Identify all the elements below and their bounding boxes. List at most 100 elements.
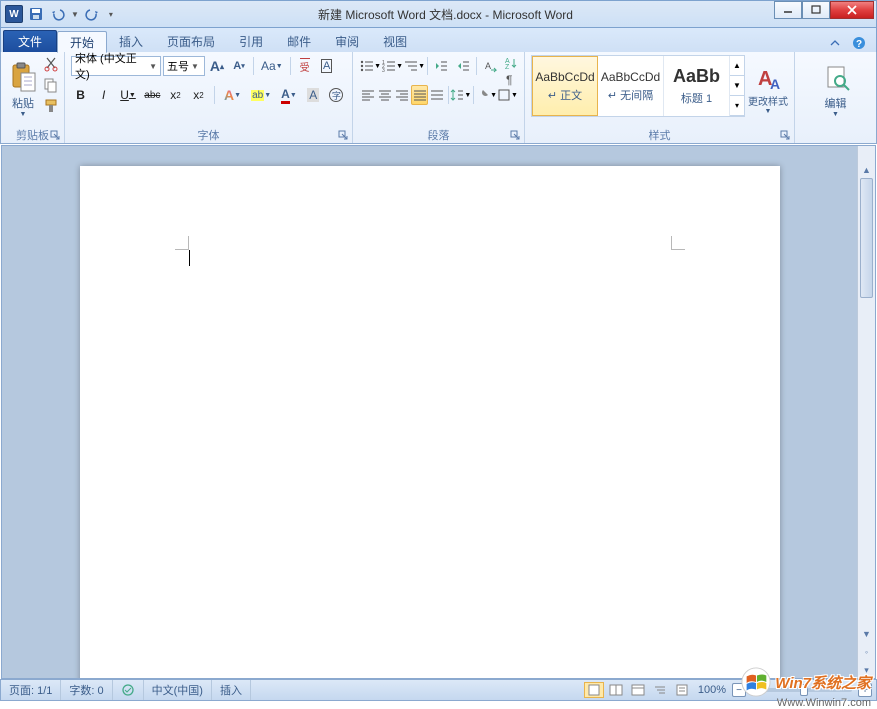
strikethrough-button[interactable]: abc	[143, 85, 162, 105]
multilevel-list-icon[interactable]: ▼	[403, 56, 425, 76]
grow-font-icon[interactable]: A▴	[207, 56, 227, 76]
status-mode[interactable]: 插入	[212, 680, 251, 700]
superscript-button[interactable]: x2	[189, 85, 208, 105]
view-web-icon[interactable]	[628, 682, 648, 698]
status-words[interactable]: 字数: 0	[61, 680, 112, 700]
align-center-icon[interactable]	[376, 85, 393, 105]
style-heading1[interactable]: AaBb 标题 1	[664, 56, 730, 116]
minimize-button[interactable]	[774, 1, 802, 19]
highlight-icon[interactable]: ab▼	[248, 85, 274, 105]
increase-indent-icon[interactable]	[452, 56, 474, 76]
font-launcher-icon[interactable]	[338, 130, 350, 142]
borders-icon[interactable]: ▼	[497, 85, 518, 105]
distribute-icon[interactable]	[428, 85, 445, 105]
file-tab[interactable]: 文件	[3, 30, 57, 52]
copy-icon[interactable]	[42, 76, 60, 94]
maximize-button[interactable]	[802, 1, 830, 19]
tab-layout[interactable]: 页面布局	[155, 30, 227, 52]
align-justify-icon[interactable]	[411, 85, 429, 105]
align-right-icon[interactable]	[393, 85, 410, 105]
underline-button[interactable]: U▼	[117, 85, 139, 105]
vertical-scrollbar[interactable]: ▲ ▼ ◦ ▾	[857, 146, 875, 678]
line-spacing-icon[interactable]: ▼	[450, 85, 471, 105]
prev-page-icon[interactable]: ◦	[858, 644, 875, 660]
paragraph-label: 段落	[428, 127, 450, 143]
undo-dropdown-icon[interactable]: ▼	[71, 10, 79, 19]
align-left-icon[interactable]	[359, 85, 376, 105]
next-page-icon[interactable]: ▾	[858, 662, 875, 678]
tab-references[interactable]: 引用	[227, 30, 275, 52]
save-icon[interactable]	[27, 5, 45, 23]
bold-button[interactable]: B	[71, 85, 90, 105]
close-button[interactable]	[830, 1, 874, 19]
tab-view[interactable]: 视图	[371, 30, 419, 52]
page[interactable]	[80, 166, 780, 678]
sort-icon[interactable]: AZ	[502, 56, 520, 70]
editing-button[interactable]: 编辑 ▼	[816, 55, 856, 123]
styles-scroll-down-icon[interactable]: ▼	[730, 76, 744, 96]
paste-button[interactable]: 粘贴 ▼	[7, 55, 39, 123]
view-fullscreen-icon[interactable]	[606, 682, 626, 698]
scroll-down-icon[interactable]: ▼	[858, 626, 875, 642]
shading-icon[interactable]: ▼	[476, 85, 497, 105]
qat-customize-icon[interactable]: ▾	[109, 10, 113, 19]
ltr-icon[interactable]: A	[479, 56, 501, 76]
cut-icon[interactable]	[42, 55, 60, 73]
font-size-combo[interactable]: 五号▼	[163, 56, 205, 76]
change-case-icon[interactable]: Aa▼	[258, 56, 286, 76]
document-scroll[interactable]	[2, 146, 857, 678]
zoom-level[interactable]: 100%	[698, 684, 726, 696]
show-marks-icon[interactable]: ¶	[502, 72, 520, 86]
tab-review[interactable]: 审阅	[323, 30, 371, 52]
ribbon: 粘贴 ▼ 剪贴板 宋体 (中文正文)▼ 五号▼ A▴ A▾ Aa▼ 受	[0, 52, 877, 144]
change-styles-button[interactable]: AA 更改样式 ▼	[748, 55, 788, 123]
svg-text:Z: Z	[505, 64, 510, 70]
svg-text:A: A	[770, 76, 780, 92]
zoom-out-button[interactable]: −	[732, 683, 746, 697]
tab-insert[interactable]: 插入	[107, 30, 155, 52]
styles-scroll-up-icon[interactable]: ▲	[730, 56, 744, 76]
redo-icon[interactable]	[83, 5, 101, 23]
tab-mailings[interactable]: 邮件	[275, 30, 323, 52]
title-bar: W ▼ ▾ 新建 Microsoft Word 文档.docx - Micros…	[0, 0, 877, 28]
style-nospacing[interactable]: AaBbCcDd ↵ 无间隔	[598, 56, 664, 116]
styles-expand-icon[interactable]: ▾	[730, 96, 744, 116]
undo-icon[interactable]	[49, 5, 67, 23]
minimize-ribbon-icon[interactable]	[828, 36, 844, 52]
view-print-layout-icon[interactable]	[584, 682, 604, 698]
numbering-icon[interactable]: 123▼	[381, 56, 403, 76]
enclose-char-icon[interactable]: 字	[327, 85, 346, 105]
format-painter-icon[interactable]	[42, 97, 60, 115]
zoom-slider[interactable]	[752, 688, 852, 692]
font-color-icon[interactable]: A▼	[278, 85, 300, 105]
status-proof-icon[interactable]	[113, 680, 144, 700]
italic-button[interactable]: I	[94, 85, 113, 105]
status-page[interactable]: 页面: 1/1	[1, 680, 61, 700]
clipboard-launcher-icon[interactable]	[50, 130, 62, 142]
group-paragraph: ▼ 123▼ ▼ A ▼ ▼ ▼	[353, 52, 525, 143]
shrink-font-icon[interactable]: A▾	[229, 56, 249, 76]
char-border-icon[interactable]: A	[317, 56, 337, 76]
styles-gallery[interactable]: AaBbCcDd ↵ 正文 AaBbCcDd ↵ 无间隔 AaBb 标题 1 ▲…	[531, 55, 745, 117]
scroll-up-icon[interactable]: ▲	[858, 162, 875, 178]
decrease-indent-icon[interactable]	[430, 56, 452, 76]
view-draft-icon[interactable]	[672, 682, 692, 698]
font-name-combo[interactable]: 宋体 (中文正文)▼	[71, 56, 161, 76]
view-outline-icon[interactable]	[650, 682, 670, 698]
char-shading-icon[interactable]: A	[304, 85, 323, 105]
svg-text:¶: ¶	[506, 73, 512, 86]
status-language[interactable]: 中文(中国)	[144, 680, 212, 700]
zoom-thumb[interactable]	[800, 684, 808, 696]
scroll-thumb[interactable]	[860, 178, 873, 298]
subscript-button[interactable]: x2	[166, 85, 185, 105]
text-effects-icon[interactable]: A▼	[221, 85, 244, 105]
svg-text:3: 3	[382, 68, 385, 73]
bullets-icon[interactable]: ▼	[359, 56, 381, 76]
phonetic-guide-icon[interactable]: 受	[295, 56, 315, 76]
help-icon[interactable]: ?	[852, 36, 868, 52]
style-normal[interactable]: AaBbCcDd ↵ 正文	[532, 56, 598, 116]
zoom-in-button[interactable]: +	[858, 683, 872, 697]
styles-launcher-icon[interactable]	[780, 130, 792, 142]
word-app-icon[interactable]: W	[5, 5, 23, 23]
paragraph-launcher-icon[interactable]	[510, 130, 522, 142]
